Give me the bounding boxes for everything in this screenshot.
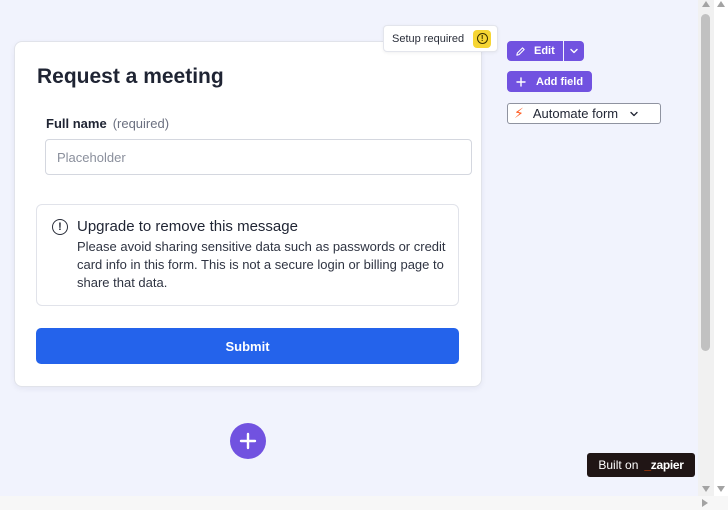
edit-menu-toggle[interactable]	[564, 41, 584, 61]
outer-vertical-scrollbar[interactable]	[714, 0, 728, 496]
form-title: Request a meeting	[37, 65, 224, 88]
built-on-text: Built on	[598, 458, 639, 472]
submit-button[interactable]: Submit	[36, 328, 459, 364]
bolt-icon: ⚡︎	[514, 105, 524, 121]
scroll-up-icon[interactable]	[702, 1, 710, 7]
scrollbar-thumb[interactable]	[701, 14, 710, 351]
field-label-text: Full name	[46, 116, 107, 131]
plus-icon	[516, 76, 526, 87]
add-block-button[interactable]	[230, 423, 266, 459]
full-name-input[interactable]	[45, 139, 472, 175]
scroll-down-icon[interactable]	[702, 486, 710, 492]
plus-icon	[239, 432, 257, 450]
notice-body: Please avoid sharing sensitive data such…	[77, 239, 446, 290]
setup-required-text: Setup required	[392, 32, 465, 45]
setup-required-badge[interactable]: Setup required !	[383, 25, 499, 52]
scroll-down-icon[interactable]	[717, 486, 725, 492]
zapier-brand-text: zapier	[650, 458, 684, 472]
info-icon: !	[52, 219, 68, 235]
edit-button-group: Edit	[507, 41, 584, 61]
vertical-scrollbar[interactable]	[698, 0, 714, 496]
scroll-up-icon[interactable]	[717, 1, 725, 7]
edit-label: Edit	[534, 45, 555, 57]
notice-title: Upgrade to remove this message	[77, 218, 298, 235]
automate-form-label: Automate form	[532, 106, 619, 121]
zapier-logo: _zapier	[644, 458, 684, 472]
required-indicator: (required)	[112, 116, 170, 131]
add-field-button[interactable]: Add field	[507, 71, 593, 92]
scroll-right-icon[interactable]	[702, 499, 708, 507]
upgrade-notice: ! Upgrade to remove this message Please …	[36, 204, 459, 306]
add-field-label: Add field	[536, 75, 584, 88]
chevron-down-icon	[630, 111, 638, 116]
pencil-icon	[516, 46, 525, 56]
form-canvas: Request a meeting Full name (required) ! …	[0, 0, 698, 496]
form-card: Request a meeting Full name (required) ! …	[14, 41, 482, 387]
field-label: Full name (required)	[46, 116, 169, 131]
chevron-down-icon	[570, 48, 578, 54]
automate-form-button[interactable]: ⚡︎ Automate form	[507, 103, 661, 124]
built-on-zapier-badge[interactable]: Built on _zapier	[587, 453, 695, 477]
horizontal-scrollbar[interactable]	[0, 496, 728, 510]
warning-icon: !	[473, 29, 492, 48]
edit-button[interactable]: Edit	[507, 41, 563, 61]
